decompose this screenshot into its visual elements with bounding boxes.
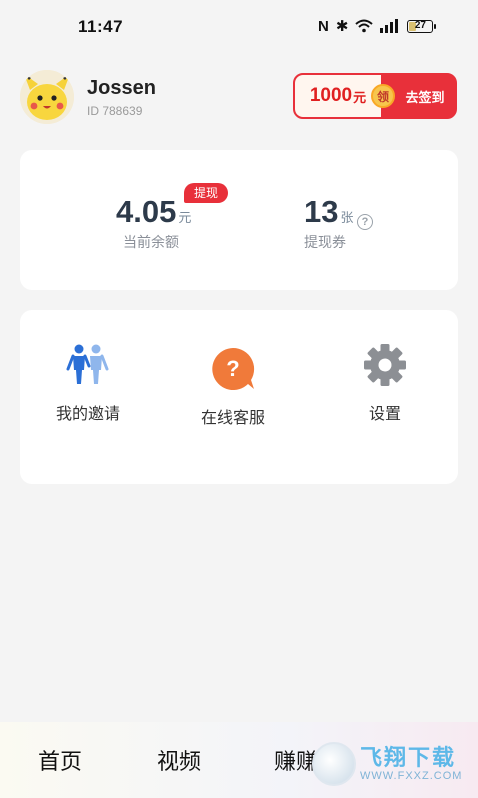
username: Jossen — [87, 77, 156, 99]
menu-label-invite: 我的邀请 — [56, 406, 121, 423]
watermark-title: 飞翔下载 — [360, 745, 457, 770]
balance-label: 当前余额 — [123, 234, 179, 250]
balance-value: 4.05 — [116, 194, 177, 229]
menu-card: 我的邀请 ? 在线客服 设置 — [20, 310, 458, 484]
balance-amount[interactable]: 4.05 元 — [116, 194, 191, 230]
signal-icon — [380, 19, 399, 33]
battery-level: 27 — [414, 19, 426, 31]
balance-unit: 元 — [178, 210, 192, 225]
battery-icon: 27 — [407, 19, 437, 33]
wifi-icon — [355, 19, 374, 33]
watermark-url: WWW.FXXZ.COM — [360, 770, 463, 782]
user-id: ID 788639 — [87, 104, 143, 118]
pikachu-avatar-icon — [20, 70, 74, 124]
signin-button[interactable]: 1000 元 领 去签到 — [293, 73, 457, 119]
invite-icon — [65, 342, 111, 388]
coupon-count[interactable]: 13 张 — [304, 194, 354, 230]
coupon-value: 13 — [304, 194, 339, 229]
tab-home[interactable]: 首页 — [38, 744, 82, 776]
watermark-logo-icon — [312, 742, 356, 786]
menu-item-service[interactable]: ? 在线客服 — [201, 346, 265, 428]
signin-reward: 1000 元 — [295, 75, 381, 117]
coupon-label: 提现券 — [304, 234, 346, 250]
claim-badge-icon: 领 — [371, 84, 395, 108]
bluetooth-icon: ✱ — [335, 18, 349, 35]
menu-item-invite[interactable]: 我的邀请 — [56, 342, 120, 424]
svg-text:?: ? — [226, 356, 239, 381]
status-time: 11:47 — [78, 17, 124, 36]
status-bar: 11:47 N ✱ 27 — [0, 0, 478, 52]
avatar[interactable] — [20, 70, 74, 124]
menu-label-settings: 设置 — [368, 406, 401, 423]
gear-icon — [362, 342, 408, 388]
coupon-unit: 张 — [340, 210, 354, 225]
menu-item-settings[interactable]: 设置 — [362, 342, 408, 424]
menu-label-service: 在线客服 — [201, 410, 266, 427]
signin-amount: 1000 — [309, 85, 353, 106]
watermark: 飞翔下载 WWW.FXXZ.COM — [312, 738, 472, 790]
balance-card: 4.05 元 提现 当前余额 13 张 ? 提现券 — [20, 150, 458, 290]
help-icon[interactable]: ? — [357, 214, 373, 230]
customer-service-icon: ? — [210, 346, 256, 392]
nfc-icon: N — [318, 17, 329, 35]
signin-amount-unit: 元 — [353, 89, 367, 105]
withdraw-button[interactable]: 提现 — [184, 183, 229, 203]
tab-video[interactable]: 视频 — [157, 744, 201, 776]
status-icons: N ✱ 27 — [318, 17, 437, 35]
